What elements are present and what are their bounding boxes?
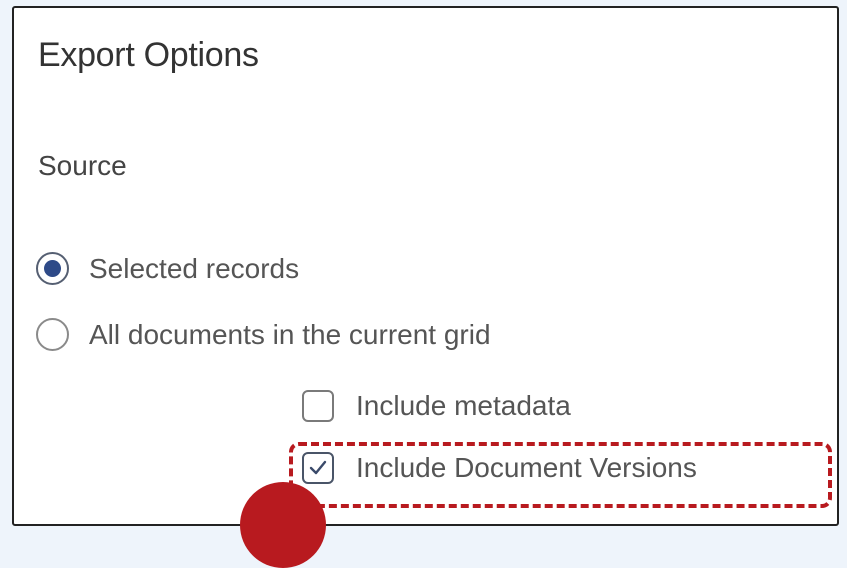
radio-unselected-icon[interactable] <box>36 318 69 351</box>
checkmark-icon[interactable] <box>302 452 334 484</box>
checkbox-include-document-versions[interactable]: Include Document Versions <box>302 452 697 484</box>
panel-title: Export Options <box>38 36 259 74</box>
radio-option-all-documents[interactable]: All documents in the current grid <box>36 318 491 351</box>
checkmark-glyph <box>309 460 327 475</box>
checkbox-label: Include Document Versions <box>356 452 697 483</box>
radio-selected-icon[interactable] <box>36 252 69 285</box>
radio-dot <box>44 260 61 277</box>
checkbox-label: Include metadata <box>356 390 571 421</box>
radio-option-label: All documents in the current grid <box>89 318 491 350</box>
source-section-label: Source <box>38 150 127 181</box>
radio-option-selected-records[interactable]: Selected records <box>36 252 299 285</box>
step-marker-badge <box>240 482 326 568</box>
checkbox-include-metadata[interactable]: Include metadata <box>302 390 571 422</box>
radio-option-label: Selected records <box>89 252 300 284</box>
checkbox-empty-icon[interactable] <box>302 390 334 422</box>
export-options-panel: Export Options Source Selected records A… <box>12 6 839 568</box>
